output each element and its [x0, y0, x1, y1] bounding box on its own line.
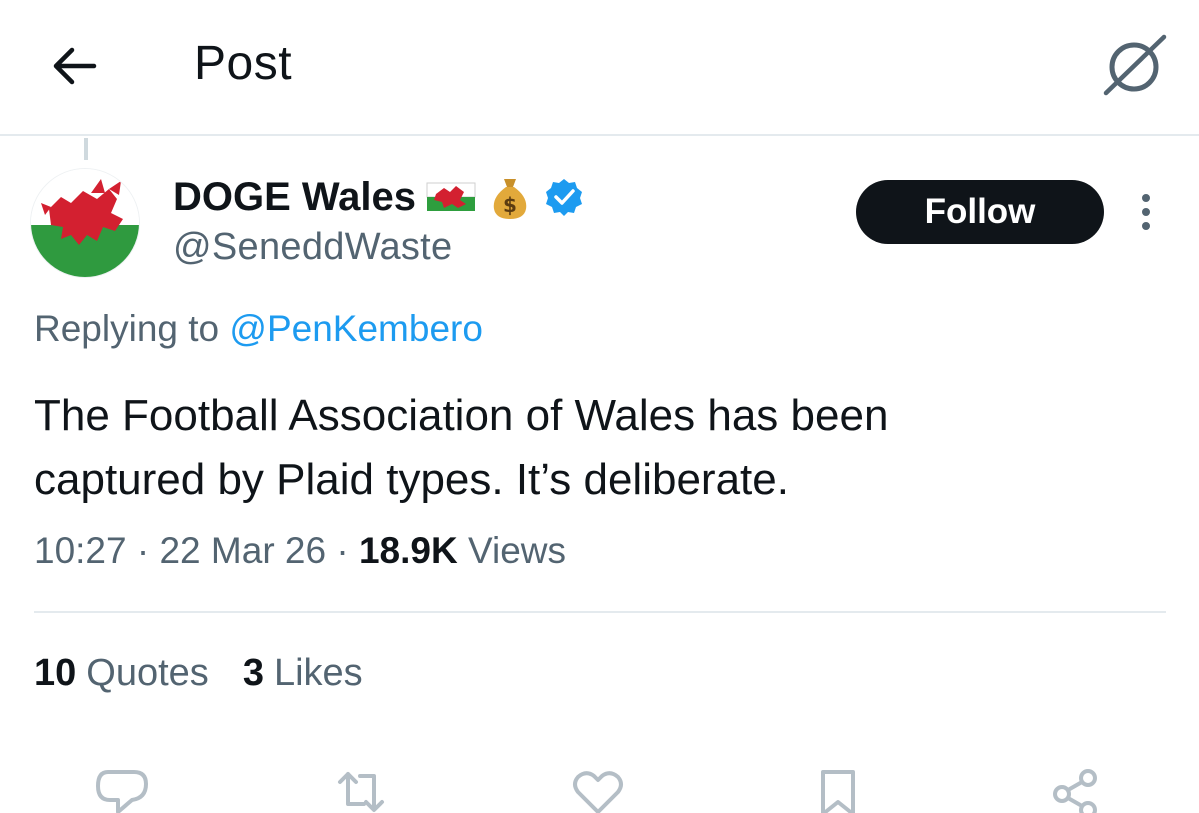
page-title: Post — [194, 37, 293, 90]
replying-to-label: Replying to — [34, 308, 220, 349]
engagement-stats: 10 Quotes 3 Likes — [34, 652, 363, 695]
bookmark-button[interactable] — [808, 768, 868, 813]
grok-button[interactable] — [1098, 30, 1172, 100]
tweet-meta: 10:27 · 22 Mar 26 · 18.9K Views — [34, 530, 566, 572]
more-dot-icon — [1142, 194, 1150, 202]
welsh-flag-emoji-icon — [426, 180, 476, 214]
tweet-text-line: captured by Plaid types. It’s deliberate… — [34, 455, 789, 504]
verified-badge-icon — [544, 177, 584, 217]
display-name[interactable]: DOGE Wales — [173, 175, 416, 220]
reply-button[interactable] — [92, 768, 152, 813]
arrow-left-icon — [53, 47, 97, 85]
tweet-time[interactable]: 10:27 — [34, 530, 127, 571]
welsh-dragon-avatar-image — [31, 169, 139, 277]
follow-button[interactable]: Follow — [856, 180, 1104, 244]
grok-icon — [1103, 34, 1167, 96]
like-button[interactable] — [568, 768, 628, 813]
more-dot-icon — [1142, 208, 1150, 216]
likes-stat[interactable]: 3 Likes — [243, 652, 363, 695]
back-button[interactable] — [46, 38, 102, 94]
tweet-text: The Football Association of Wales has be… — [34, 384, 1164, 512]
avatar[interactable] — [30, 168, 140, 278]
quotes-count: 10 — [34, 652, 77, 694]
divider — [34, 611, 1166, 613]
bookmark-icon — [821, 770, 855, 813]
meta-separator: · — [336, 530, 349, 571]
tweet-text-line: The Football Association of Wales has be… — [34, 391, 889, 440]
money-bag-emoji-icon: $ — [486, 173, 534, 221]
views-label[interactable]: Views — [468, 530, 566, 571]
reply-icon — [96, 770, 148, 813]
top-bar: Post — [0, 0, 1199, 136]
more-options-button[interactable] — [1126, 188, 1166, 236]
like-icon — [573, 771, 623, 813]
author-name-row[interactable]: DOGE Wales $ — [173, 172, 584, 222]
svg-text:$: $ — [503, 193, 517, 217]
tweet-date[interactable]: 22 Mar 26 — [159, 530, 326, 571]
replying-to: Replying to @PenKembero — [34, 308, 483, 350]
repost-icon — [338, 772, 384, 812]
author-handle[interactable]: @SeneddWaste — [173, 226, 452, 269]
repost-button[interactable] — [330, 768, 390, 813]
likes-label: Likes — [273, 652, 363, 694]
more-dot-icon — [1142, 222, 1150, 230]
reply-mention-link[interactable]: @PenKembero — [229, 308, 483, 349]
quotes-stat[interactable]: 10 Quotes — [34, 652, 209, 695]
views-count[interactable]: 18.9K — [359, 530, 458, 571]
share-icon — [1053, 769, 1097, 813]
likes-count: 3 — [242, 652, 264, 694]
share-button[interactable] — [1046, 768, 1106, 813]
quotes-label: Quotes — [86, 652, 209, 694]
thread-connector — [84, 138, 88, 160]
meta-separator: · — [136, 530, 150, 571]
